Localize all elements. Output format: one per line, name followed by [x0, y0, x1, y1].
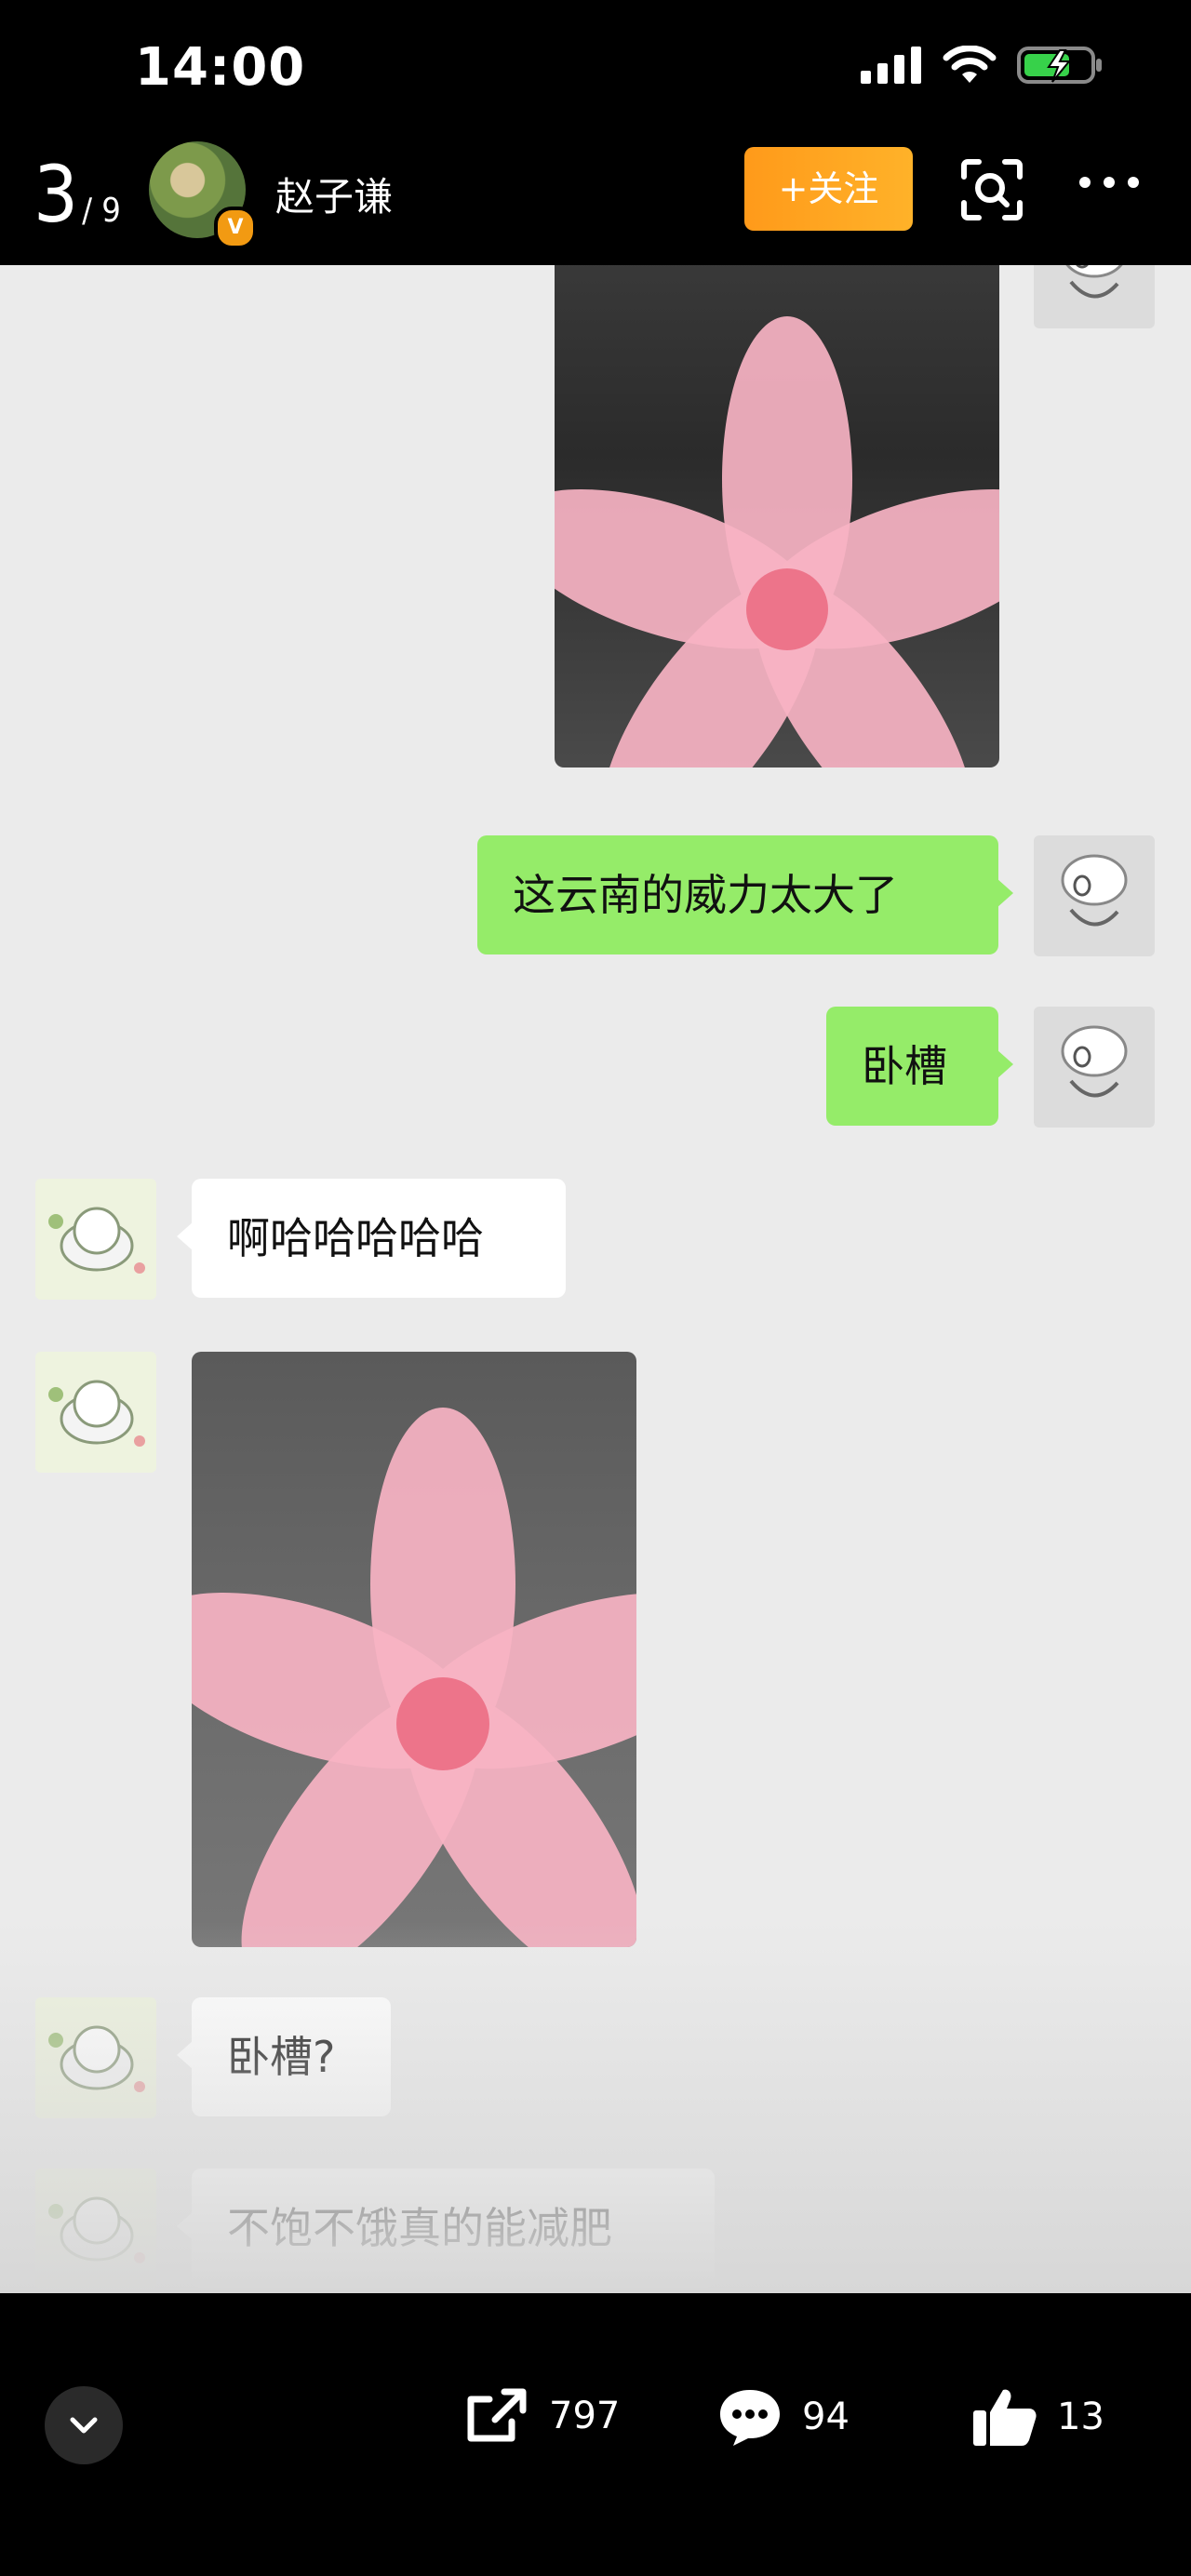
sticker-flower-icon — [555, 316, 999, 767]
chat-photo[interactable] — [192, 1352, 636, 1947]
like-count: 13 — [1057, 2396, 1104, 2438]
status-icons — [861, 45, 1103, 86]
follow-button[interactable]: +关注 — [744, 147, 913, 231]
like-icon — [973, 2389, 1037, 2446]
sender-avatar — [1034, 1007, 1155, 1128]
comment-count: 94 — [802, 2396, 850, 2438]
chat-screenshot: 这云南的威力太大了 卧槽 啊哈哈哈哈哈 卧槽? 不饱不饿真的能减肥 — [0, 265, 1191, 2293]
message-bubble-received: 啊哈哈哈哈哈 — [177, 1179, 566, 1298]
scan-icon[interactable] — [958, 156, 1025, 223]
message-bubble-received: 不饱不饿真的能减肥 — [177, 2169, 715, 2288]
chat-photo[interactable] — [555, 265, 999, 767]
message-bubble-sent: 卧槽 — [826, 1007, 1013, 1126]
verified-badge: V — [214, 207, 257, 249]
comment-action[interactable]: 94 — [716, 2386, 850, 2448]
status-time: 14:00 — [135, 37, 306, 98]
image-counter: 3/ 9 — [33, 149, 121, 240]
chevron-down-icon — [70, 2417, 98, 2434]
bottom-action-bar: 797 94 13 — [0, 2293, 1191, 2576]
image-counter-total: / 9 — [82, 192, 121, 230]
sticker-flower-icon — [192, 1408, 636, 1947]
post-header: 3/ 9 V 赵子谦 +关注 — [0, 140, 1191, 265]
share-count: 797 — [549, 2395, 621, 2437]
sender-avatar — [1034, 835, 1155, 956]
contact-avatar — [35, 1352, 156, 1473]
share-icon — [467, 2388, 527, 2442]
wifi-icon — [943, 46, 997, 83]
sender-avatar — [1034, 265, 1155, 328]
message-bubble-received: 卧槽? — [177, 1997, 391, 2116]
like-action[interactable]: 13 — [971, 2386, 1104, 2448]
comment-icon — [720, 2390, 780, 2446]
battery-icon — [1017, 47, 1102, 84]
contact-avatar — [35, 1997, 156, 2118]
author-name[interactable]: 赵子谦 — [275, 166, 393, 222]
share-action[interactable]: 797 — [463, 2386, 620, 2446]
status-bar: 14:00 — [0, 0, 1191, 140]
signal-icon — [861, 47, 921, 84]
image-counter-current: 3 — [33, 149, 79, 240]
message-bubble-sent: 这云南的威力太大了 — [477, 835, 1013, 954]
collapse-button[interactable] — [45, 2386, 123, 2464]
more-icon[interactable] — [1079, 177, 1139, 188]
contact-avatar — [35, 1179, 156, 1300]
contact-avatar — [35, 2169, 156, 2289]
